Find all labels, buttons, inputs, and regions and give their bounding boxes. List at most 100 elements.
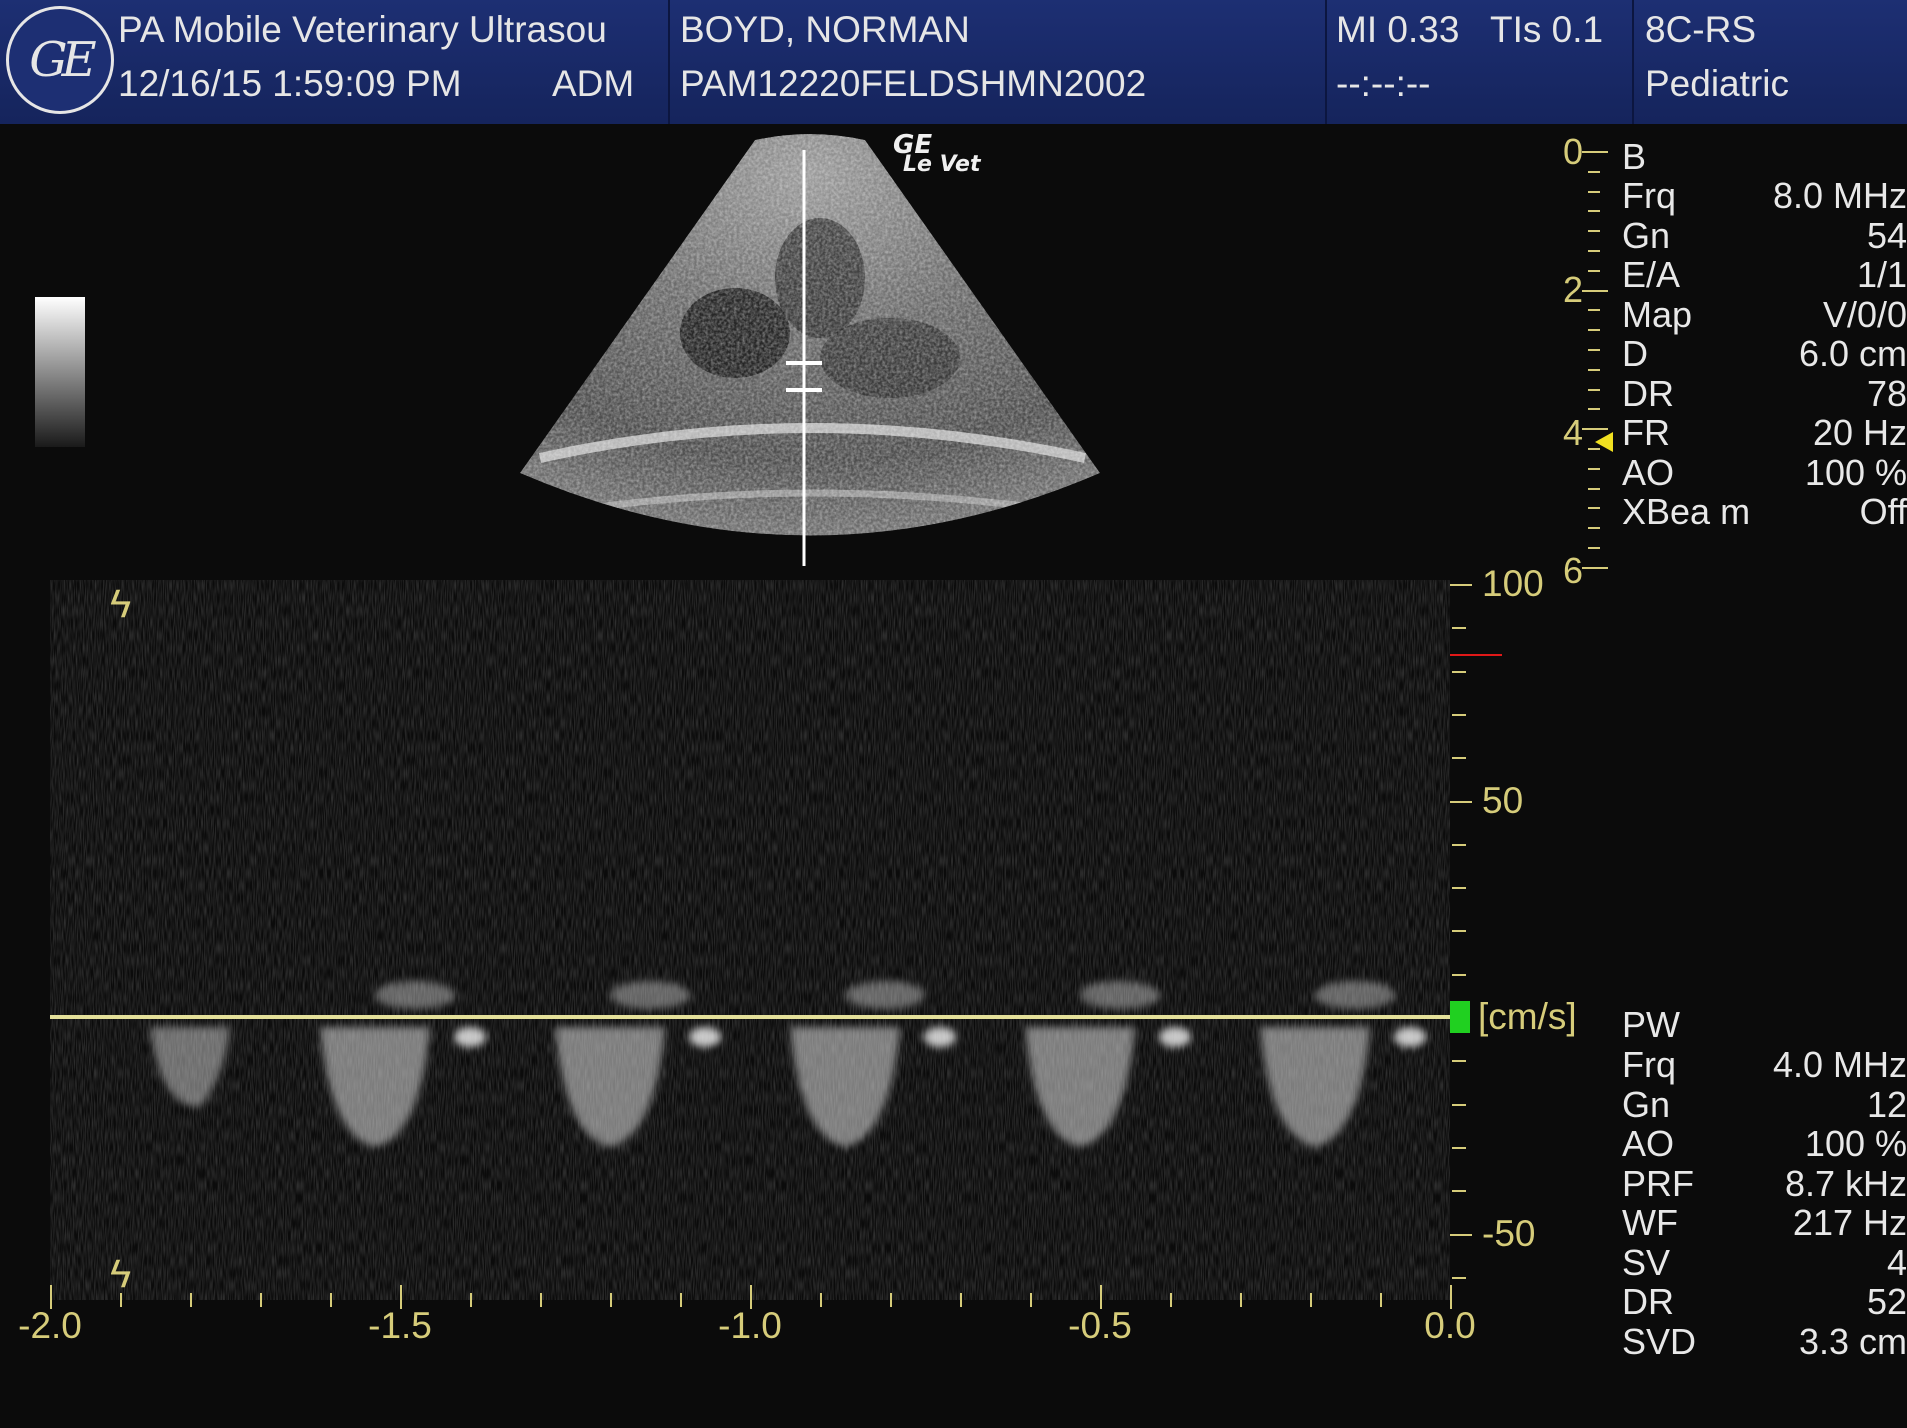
- param-value: 100 %: [1804, 1123, 1907, 1164]
- velocity-tick: [1450, 584, 1472, 586]
- time-tick: [820, 1293, 822, 1307]
- depth-tick: [1588, 487, 1600, 490]
- patient-id: PAM12220FELDSHMN2002: [680, 63, 1147, 104]
- depth-tick: [1588, 507, 1600, 510]
- velocity-tick: [1452, 1146, 1466, 1149]
- baseline-handle[interactable]: [1450, 1001, 1470, 1033]
- param-label: DR: [1622, 1281, 1674, 1322]
- velocity-tick: [1452, 713, 1466, 716]
- flow-spot: [924, 1027, 956, 1047]
- depth-tick: [1588, 250, 1600, 252]
- param-label: DR: [1622, 372, 1674, 414]
- param-label: PRF: [1622, 1162, 1694, 1204]
- velocity-tick: [1452, 627, 1466, 630]
- param-value: 217 Hz: [1792, 1202, 1907, 1243]
- param-value: 3.3 cm: [1798, 1320, 1907, 1362]
- param-value: 1/1: [1856, 254, 1907, 295]
- depth-label-4: 4: [1563, 412, 1584, 453]
- ge-logo-icon: GE: [6, 6, 114, 114]
- mechanical-index: MI 0.33: [1336, 9, 1460, 50]
- time-tick: [540, 1293, 542, 1307]
- exam-clock: --:--:--: [1336, 63, 1431, 104]
- time-tick: [330, 1293, 332, 1307]
- time-tick: [470, 1293, 472, 1307]
- param-value: V/0/0: [1822, 293, 1907, 335]
- flow-reverse: [1080, 981, 1160, 1009]
- time-label: 0.0: [1424, 1305, 1476, 1346]
- param-label: WF: [1622, 1202, 1678, 1243]
- flow-reverse: [375, 981, 455, 1009]
- param-value: 52: [1866, 1281, 1907, 1322]
- time-tick: [190, 1293, 192, 1307]
- focus-marker-icon[interactable]: [1595, 430, 1615, 454]
- time-label: -2.0: [18, 1305, 82, 1346]
- depth-tick: [1588, 309, 1600, 312]
- doppler-baseline[interactable]: [50, 1015, 1452, 1019]
- time-tick: [680, 1293, 682, 1307]
- velocity-tick: [1450, 1233, 1472, 1236]
- param-label: Frq: [1622, 1044, 1676, 1085]
- param-value: 78: [1866, 372, 1907, 414]
- param-value: 8.7 kHz: [1784, 1162, 1907, 1204]
- param-label: XBea m: [1622, 491, 1751, 532]
- param-label: Gn: [1622, 1083, 1671, 1125]
- param-value: 8.0 MHz: [1772, 175, 1907, 216]
- b-mode-image[interactable]: [500, 128, 1120, 578]
- depth-tick: [1588, 329, 1600, 332]
- depth-tick: [1588, 170, 1600, 173]
- time-label: -1.0: [718, 1305, 782, 1346]
- param-value: 4: [1886, 1241, 1907, 1283]
- flow-spot: [1159, 1027, 1191, 1047]
- patient-name: BOYD, NORMAN: [680, 9, 970, 50]
- param-label: AO: [1622, 1123, 1675, 1164]
- param-value: Off: [1859, 491, 1907, 532]
- velocity-tick: [1452, 843, 1466, 846]
- param-label: AO: [1622, 451, 1675, 493]
- param-label: D: [1622, 333, 1648, 374]
- param-value: 100 %: [1804, 451, 1907, 493]
- depth-tick: [1588, 408, 1600, 411]
- flow-spot: [454, 1027, 486, 1047]
- param-label: FR: [1622, 412, 1670, 453]
- velocity-label: -50: [1482, 1212, 1536, 1254]
- depth-tick: [1588, 388, 1600, 391]
- param-label: Gn: [1622, 214, 1671, 256]
- velocity-tick: [1452, 973, 1466, 976]
- velocity-label: 100: [1482, 563, 1544, 604]
- grayscale-bar: [35, 297, 85, 447]
- depth-tick: [1582, 566, 1608, 569]
- param-value: 54: [1866, 214, 1907, 256]
- probe-name: 8C-RS: [1645, 9, 1757, 50]
- time-label: -1.5: [368, 1305, 432, 1346]
- velocity-tick: [1452, 1103, 1466, 1106]
- time-tick: [610, 1293, 612, 1307]
- depth-tick: [1588, 269, 1600, 272]
- depth-tick: [1588, 230, 1600, 233]
- time-tick: [260, 1293, 262, 1307]
- depth-tick: [1582, 289, 1608, 292]
- velocity-tick: [1452, 670, 1466, 673]
- flow-reverse: [845, 981, 925, 1009]
- param-label: E/A: [1622, 254, 1681, 295]
- time-label: -0.5: [1068, 1305, 1132, 1346]
- pw-doppler-spectrum[interactable]: [50, 580, 1450, 1300]
- scale-limit-marker: [1450, 654, 1502, 656]
- depth-tick: [1588, 368, 1600, 371]
- flow-reverse: [610, 981, 690, 1009]
- institution-name: PA Mobile Veterinary Ultrasou: [118, 9, 607, 50]
- depth-tick: [1588, 547, 1600, 549]
- thermal-index: TIs 0.1: [1490, 9, 1604, 50]
- velocity-tick: [1450, 800, 1472, 803]
- flow-reverse: [1315, 981, 1395, 1009]
- velocity-tick: [1452, 887, 1466, 890]
- velocity-tick: [1452, 1060, 1466, 1063]
- depth-label-6: 6: [1563, 550, 1584, 591]
- depth-tick: [1582, 151, 1608, 153]
- time-tick: [960, 1293, 962, 1307]
- velocity-tick: [1452, 1276, 1466, 1279]
- depth-tick: [1588, 210, 1600, 213]
- exam-preset: Pediatric: [1645, 63, 1789, 104]
- flow-spot: [689, 1027, 721, 1047]
- velocity-unit: [cm/s]: [1478, 996, 1577, 1037]
- param-label: SV: [1622, 1241, 1671, 1283]
